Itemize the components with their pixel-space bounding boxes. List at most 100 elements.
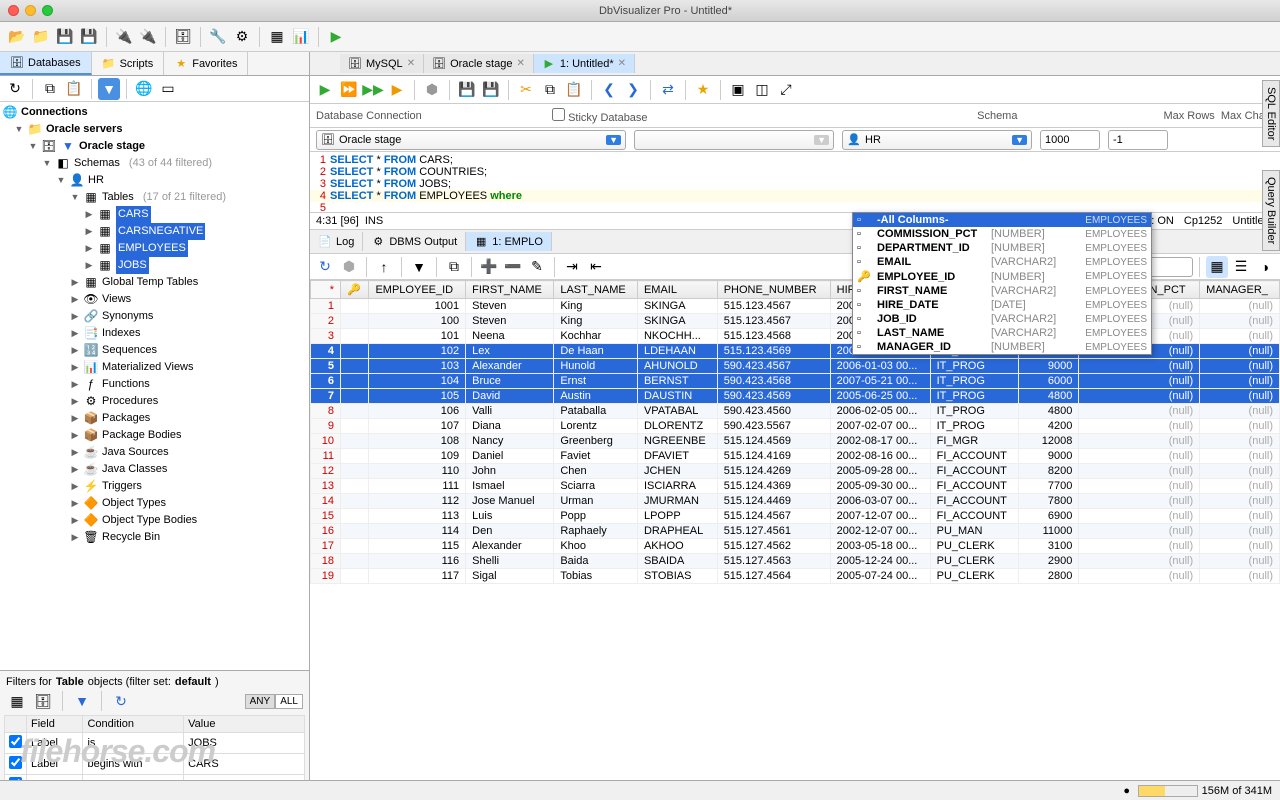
chevron-right-icon[interactable]: ▶ (70, 461, 80, 478)
filter-row[interactable]: Labelbegins withCARS (5, 754, 305, 775)
minimize-icon[interactable] (25, 5, 36, 16)
monitor-icon[interactable]: 📊 (290, 26, 312, 48)
memory-bar[interactable] (1138, 785, 1198, 797)
save-icon[interactable]: 💾 (54, 26, 76, 48)
col-manager_[interactable]: MANAGER_ (1200, 281, 1280, 299)
chevron-right-icon[interactable]: ▶ (70, 291, 80, 308)
autocomplete-item[interactable]: ▫FIRST_NAME[VARCHAR2]EMPLOYEES (853, 284, 1151, 298)
settings-icon[interactable]: ⚙ (231, 26, 253, 48)
chevron-right-icon[interactable]: ▶ (84, 206, 94, 223)
save-as-icon[interactable]: 💾 (480, 79, 502, 101)
grid-view-icon[interactable]: ▦ (1206, 256, 1228, 278)
tab-result-employees[interactable]: ▦1: EMPLO (466, 232, 552, 251)
tree-node-triggers[interactable]: ▶⚡Triggers (0, 478, 309, 495)
table-row[interactable]: 10108NancyGreenbergNGREENBE515.124.45692… (311, 434, 1280, 449)
close-icon[interactable] (8, 5, 19, 16)
filter-check[interactable] (9, 735, 22, 748)
rownum-header[interactable]: * (311, 281, 341, 299)
split-icon[interactable]: ◫ (751, 79, 773, 101)
filter-check[interactable] (9, 756, 22, 769)
tools-icon[interactable]: 🔧 (207, 26, 229, 48)
window-icon[interactable]: ▭ (157, 78, 179, 100)
autocomplete-item[interactable]: ▫EMAIL[VARCHAR2]EMPLOYEES (853, 255, 1151, 269)
table-row[interactable]: 17115AlexanderKhooAKHOO515.127.45622003-… (311, 539, 1280, 554)
col-first_name[interactable]: FIRST_NAME (466, 281, 554, 299)
autocomplete-item[interactable]: ▫HIRE_DATE[DATE]EMPLOYEES (853, 298, 1151, 312)
refresh-icon[interactable]: ↻ (4, 78, 26, 100)
autocomplete-item[interactable]: ▫MANAGER_ID[NUMBER]EMPLOYEES (853, 340, 1151, 354)
sql-editor[interactable]: 1SELECT * FROM CARS; 2SELECT * FROM COUN… (310, 152, 1280, 212)
table-row[interactable]: 16114DenRaphaelyDRAPHEAL515.127.45612002… (311, 524, 1280, 539)
tab-scripts[interactable]: 📁Scripts (92, 52, 165, 75)
chevron-right-icon[interactable]: ▶ (70, 393, 80, 410)
col-email[interactable]: EMAIL (637, 281, 717, 299)
layout-icon[interactable]: ▣ (727, 79, 749, 101)
autocomplete-item[interactable]: ▫-All Columns-EMPLOYEES (853, 213, 1151, 227)
chevron-right-icon[interactable]: ▶ (70, 495, 80, 512)
schema-select[interactable]: 👤HR▼ (842, 130, 1032, 150)
chevron-right-icon[interactable]: ▶ (70, 427, 80, 444)
filter-any-all[interactable]: ANYALL (245, 694, 303, 709)
grid-icon[interactable]: ▦ (266, 26, 288, 48)
tree-node-package-bodies[interactable]: ▶📦Package Bodies (0, 427, 309, 444)
tab-mysql[interactable]: 🗄MySQL✕ (340, 54, 424, 73)
import-icon[interactable]: ⇤ (585, 256, 607, 278)
table-row[interactable]: 12110JohnChenJCHEN515.124.42692005-09-28… (311, 464, 1280, 479)
col-last_name[interactable]: LAST_NAME (554, 281, 638, 299)
col-employee_id[interactable]: EMPLOYEE_ID (369, 281, 466, 299)
stop-icon[interactable]: ⬢ (338, 256, 360, 278)
list-view-icon[interactable]: ☰ (1230, 256, 1252, 278)
run-all-icon[interactable]: ▶▶ (362, 79, 384, 101)
chevron-down-icon[interactable]: ▼ (70, 189, 80, 206)
disconnect-icon[interactable]: 🔌 (137, 26, 159, 48)
connect-icon[interactable]: 🔌 (113, 26, 135, 48)
world-icon[interactable]: 🌐 (133, 78, 155, 100)
refresh-icon[interactable]: ↻ (314, 256, 336, 278)
chevron-right-icon[interactable]: ▶ (70, 342, 80, 359)
chevron-right-icon[interactable]: ▶ (84, 240, 94, 257)
chevron-right-icon[interactable]: ▶ (70, 512, 80, 529)
filter-db-icon[interactable]: 🗄 (32, 690, 54, 712)
filter-icon[interactable]: ▼ (408, 256, 430, 278)
insert-row-icon[interactable]: ➕ (478, 256, 500, 278)
tree-node-object-types[interactable]: ▶🔶Object Types (0, 495, 309, 512)
table-row[interactable]: 15113LuisPoppLPOPP515.124.45672007-12-07… (311, 509, 1280, 524)
maximize-icon[interactable] (42, 5, 53, 16)
database-select[interactable]: ▼ (634, 130, 834, 150)
table-row[interactable]: 8106ValliPataballaVPATABAL590.423.456020… (311, 404, 1280, 419)
chevron-right-icon[interactable]: ▶ (70, 444, 80, 461)
save-icon[interactable]: 💾 (456, 79, 478, 101)
max-rows-input[interactable] (1040, 130, 1100, 150)
run-icon[interactable]: ▶ (325, 26, 347, 48)
sticky-checkbox[interactable] (552, 108, 565, 121)
table-row[interactable]: 9107DianaLorentzDLORENTZ590.423.55672007… (311, 419, 1280, 434)
close-icon[interactable]: ✕ (407, 58, 415, 69)
copy-icon[interactable]: ⧉ (539, 79, 561, 101)
next-icon[interactable]: ❯ (622, 79, 644, 101)
paste-icon[interactable]: 📋 (63, 78, 85, 100)
chevron-down-icon[interactable]: ▼ (42, 155, 52, 172)
chevron-down-icon[interactable]: ▼ (14, 121, 24, 138)
autocomplete-item[interactable]: 🔑EMPLOYEE_ID[NUMBER]EMPLOYEES (853, 269, 1151, 284)
tab-databases[interactable]: 🗄Databases (0, 52, 92, 75)
share-icon[interactable]: ⇄ (657, 79, 679, 101)
table-row[interactable]: 14112Jose ManuelUrmanJMURMAN515.124.4469… (311, 494, 1280, 509)
result-grid-wrap[interactable]: *🔑EMPLOYEE_IDFIRST_NAMELAST_NAMEEMAILPHO… (310, 280, 1280, 780)
chevron-down-icon[interactable]: ▼ (56, 172, 66, 189)
tree-node-indexes[interactable]: ▶📑Indexes (0, 325, 309, 342)
chevron-right-icon[interactable]: ▶ (70, 478, 80, 495)
chevron-right-icon[interactable]: ▶ (84, 257, 94, 274)
open-folder-icon[interactable]: 📁 (30, 26, 52, 48)
chevron-right-icon[interactable]: ▶ (70, 529, 80, 546)
cut-icon[interactable]: ✂ (515, 79, 537, 101)
pivot-icon[interactable]: ◑ (1254, 256, 1276, 278)
edit-icon[interactable]: ✎ (526, 256, 548, 278)
tree-node-materialized-views[interactable]: ▶📊Materialized Views (0, 359, 309, 376)
max-chars-input[interactable] (1108, 130, 1168, 150)
db-connection-select[interactable]: 🗄Oracle stage▼ (316, 130, 626, 150)
tab-favorites[interactable]: ★Favorites (164, 52, 248, 75)
save-all-icon[interactable]: 💾 (78, 26, 100, 48)
filter-refresh-icon[interactable]: ↻ (110, 690, 132, 712)
tab-oracle[interactable]: 🗄Oracle stage✕ (424, 54, 534, 73)
sql-editor-side-tab[interactable]: SQL Editor (1262, 80, 1280, 147)
